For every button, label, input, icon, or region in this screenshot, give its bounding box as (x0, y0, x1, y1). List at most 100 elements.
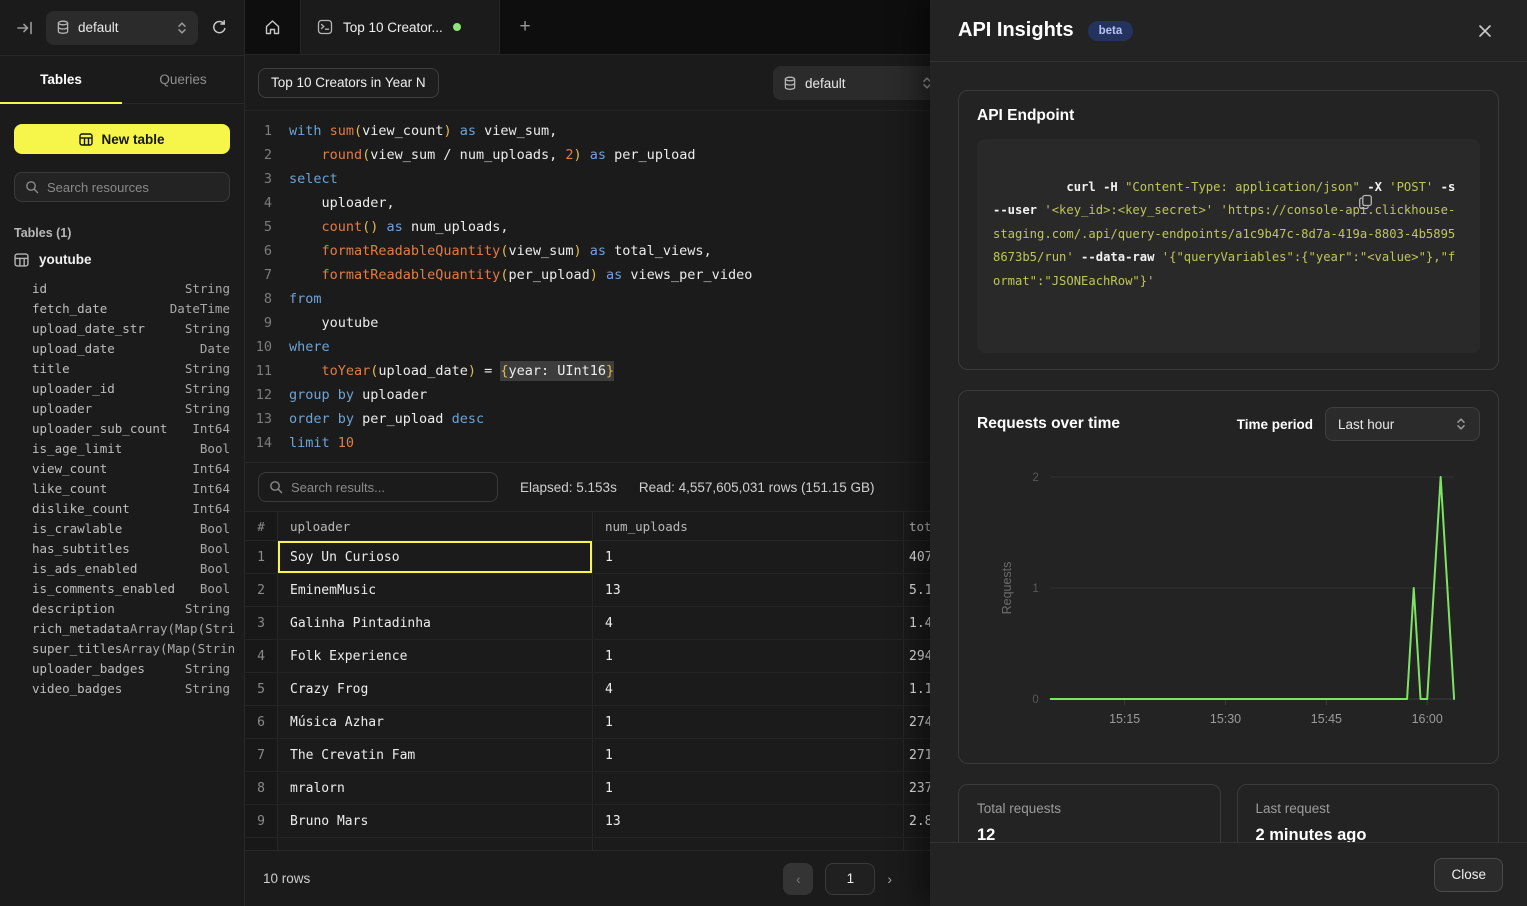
uploader-cell[interactable]: Bruno Mars (278, 805, 593, 837)
num-uploads-cell[interactable]: 1 (593, 739, 904, 771)
new-table-button[interactable]: New table (14, 124, 230, 154)
collapse-sidebar-button[interactable] (12, 15, 38, 41)
panel-close-button[interactable] (1471, 17, 1499, 45)
total-views-cell[interactable]: 407 (904, 541, 930, 573)
column-type: String (185, 279, 230, 299)
num-uploads-cell[interactable]: 1 (593, 772, 904, 804)
num-uploads-cell[interactable]: 4 (593, 607, 904, 639)
total-views-cell[interactable]: 237 (904, 772, 930, 804)
column-name: dislike_count (32, 499, 130, 519)
column-type: Int64 (192, 419, 230, 439)
uploader-cell[interactable]: Galinha Pintadinha (278, 607, 593, 639)
prev-page-button[interactable]: ‹ (783, 863, 813, 895)
editor-database-value: default (805, 76, 846, 91)
next-page-button[interactable]: › (887, 871, 892, 887)
total-requests-label: Total requests (977, 801, 1202, 816)
database-icon (56, 20, 70, 35)
search-resources-input[interactable] (47, 180, 219, 195)
total-views-cell[interactable]: 5.1 (904, 574, 930, 606)
total-views-cell[interactable]: 1.1 (904, 673, 930, 705)
column-name: is_comments_enabled (32, 579, 175, 599)
panel-footer: Close (930, 842, 1527, 906)
total-views-cell[interactable]: 2.8 (904, 805, 930, 837)
uploader-cell[interactable]: Crazy Frog (278, 673, 593, 705)
column-name: rich_metadata (32, 619, 130, 639)
search-resources[interactable] (14, 172, 230, 202)
svg-text:15:30: 15:30 (1210, 712, 1241, 726)
home-button[interactable] (245, 0, 300, 54)
uploader-cell[interactable]: mralorn (278, 772, 593, 804)
total-views-cell[interactable]: 274 (904, 706, 930, 738)
column-type: Int64 (192, 479, 230, 499)
row-number-cell: 5 (245, 673, 278, 705)
table-row[interactable]: 5Crazy Frog41.1 (245, 673, 930, 706)
time-period-select[interactable]: Last hour (1325, 407, 1480, 441)
table-row[interactable]: 4Folk Experience1294 (245, 640, 930, 673)
editor-database-selector[interactable]: default (773, 66, 930, 100)
page-number[interactable]: 1 (825, 863, 875, 895)
query-title[interactable]: Top 10 Creators in Year N (258, 68, 439, 98)
tab-tables[interactable]: Tables (0, 56, 122, 103)
row-number-cell: 8 (245, 772, 278, 804)
new-table-label: New table (101, 132, 164, 147)
search-icon (25, 180, 39, 194)
code-line: 9youtube (245, 311, 930, 335)
num-uploads-cell[interactable]: 1 (593, 640, 904, 672)
schema-column-row: uploaderString (32, 399, 230, 419)
column-type: String (185, 399, 230, 419)
tab-queries[interactable]: Queries (122, 56, 244, 103)
table-row[interactable]: 3Galinha Pintadinha41.4 (245, 607, 930, 640)
uploader-cell[interactable]: Soy Un Curioso (278, 541, 593, 573)
query-tab[interactable]: Top 10 Creator... (300, 0, 500, 54)
search-results[interactable] (258, 472, 498, 502)
tab-strip: Top 10 Creator... + (245, 0, 930, 55)
svg-text:1: 1 (1032, 583, 1038, 595)
row-count: 10 rows (263, 871, 310, 886)
results-rows: 1Soy Un Curioso14072EminemMusic135.13Gal… (245, 541, 930, 850)
schema-column-row: is_comments_enabledBool (32, 579, 230, 599)
chevron-updown-icon (176, 21, 188, 35)
column-name: uploader_id (32, 379, 115, 399)
uploader-cell[interactable]: Música Azhar (278, 706, 593, 738)
line-number: 5 (245, 215, 272, 239)
table-row[interactable]: 6Música Azhar1274 (245, 706, 930, 739)
uploader-cell[interactable]: The Crevatin Fam (278, 739, 593, 771)
new-tab-button[interactable]: + (500, 0, 550, 54)
results-col-header: uploader (278, 512, 593, 540)
num-uploads-cell[interactable]: 13 (593, 805, 904, 837)
column-name: upload_date (32, 339, 115, 359)
column-list: idStringfetch_dateDateTimeupload_date_st… (32, 279, 230, 699)
table-row[interactable]: 8mralorn1237 (245, 772, 930, 805)
column-name: description (32, 599, 115, 619)
table-row[interactable]: 7The Crevatin Fam1271 (245, 739, 930, 772)
console-tab-icon (317, 19, 333, 35)
panel-header: API Insights beta (930, 0, 1527, 62)
table-row[interactable]: 2EminemMusic135.1 (245, 574, 930, 607)
schema-column-row: view_countInt64 (32, 459, 230, 479)
table-row[interactable]: 1Soy Un Curioso1407 (245, 541, 930, 574)
sidebar-table-youtube[interactable]: youtube (14, 252, 230, 267)
total-views-cell[interactable]: 294 (904, 640, 930, 672)
copy-button[interactable] (1358, 149, 1470, 255)
num-uploads-cell[interactable]: 1 (593, 706, 904, 738)
sql-editor[interactable]: 1with sum(view_count) as view_sum,2round… (245, 111, 930, 462)
uploader-cell[interactable]: EminemMusic (278, 574, 593, 606)
column-type: String (185, 679, 230, 699)
search-results-input[interactable] (291, 480, 487, 495)
total-views-cell[interactable]: 1.4 (904, 607, 930, 639)
num-uploads-cell[interactable]: 4 (593, 673, 904, 705)
close-panel-button[interactable]: Close (1434, 858, 1503, 892)
column-type: Bool (200, 439, 230, 459)
table-row[interactable]: 9Bruno Mars132.8 (245, 805, 930, 838)
schema-column-row: is_crawlableBool (32, 519, 230, 539)
uploader-cell[interactable]: Folk Experience (278, 640, 593, 672)
results-col-header: num_uploads (593, 512, 904, 540)
column-name: video_badges (32, 679, 122, 699)
refresh-button[interactable] (206, 15, 232, 41)
num-uploads-cell[interactable]: 13 (593, 574, 904, 606)
database-selector[interactable]: default (46, 11, 198, 45)
total-views-cell[interactable]: 271 (904, 739, 930, 771)
num-uploads-cell[interactable]: 1 (593, 541, 904, 573)
code-lines: 1with sum(view_count) as view_sum,2round… (245, 119, 930, 455)
copy-icon (1358, 179, 1470, 240)
